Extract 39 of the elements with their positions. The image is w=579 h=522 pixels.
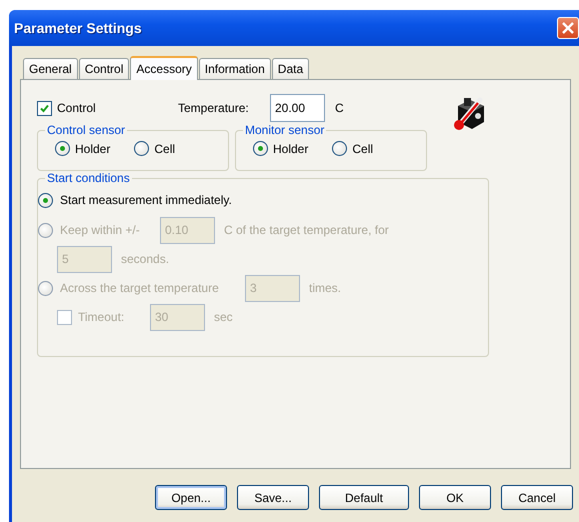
dialog-button[interactable]: Default (319, 485, 409, 510)
radio-label: Across the target temperature (60, 281, 220, 295)
unit-label: C (335, 101, 344, 115)
checkbox-label: Timeout: (78, 310, 126, 324)
radio-label: Start measurement immediately. (60, 193, 232, 207)
dialog-button[interactable]: Open... (155, 485, 227, 510)
radio-button[interactable] (55, 141, 70, 156)
field-label: C of the target temperature, for (224, 223, 389, 237)
unit-label: seconds. (121, 252, 170, 266)
checkbox-label: Control (57, 101, 96, 115)
radio-label: Holder (75, 142, 110, 156)
radio-label: Holder (273, 142, 308, 156)
field-label: Temperature: (178, 101, 250, 115)
group-title: Start conditions (46, 171, 131, 185)
check-icon (39, 102, 50, 114)
unit-label: times. (309, 281, 342, 295)
tab[interactable]: Information (198, 58, 271, 79)
radio-button[interactable] (253, 141, 268, 156)
radio-button[interactable] (332, 141, 348, 156)
checkbox[interactable] (37, 100, 52, 116)
close-button[interactable] (557, 17, 579, 39)
radio-label: Keep within +/- (60, 223, 141, 237)
group-title: Monitor sensor (244, 123, 326, 137)
group-title: Control sensor (46, 123, 126, 137)
dialog-button[interactable]: Cancel (501, 485, 573, 510)
radio-label: Cell (352, 142, 374, 156)
tab[interactable]: Control (78, 58, 130, 79)
radio-label: Cell (154, 142, 176, 156)
tab[interactable]: Data (272, 58, 310, 79)
radio-button[interactable] (134, 141, 150, 156)
temperature-field[interactable]: 20.00 (270, 94, 325, 122)
unit-label: sec (214, 310, 233, 324)
tab[interactable]: General (23, 58, 78, 79)
close-icon (562, 22, 574, 34)
window-title: Parameter Settings (14, 20, 143, 36)
radio-button[interactable] (38, 192, 53, 208)
dialog-button[interactable]: Save... (237, 485, 309, 510)
tab[interactable]: Accessory (130, 56, 198, 80)
dialog-button[interactable]: OK (419, 485, 491, 510)
